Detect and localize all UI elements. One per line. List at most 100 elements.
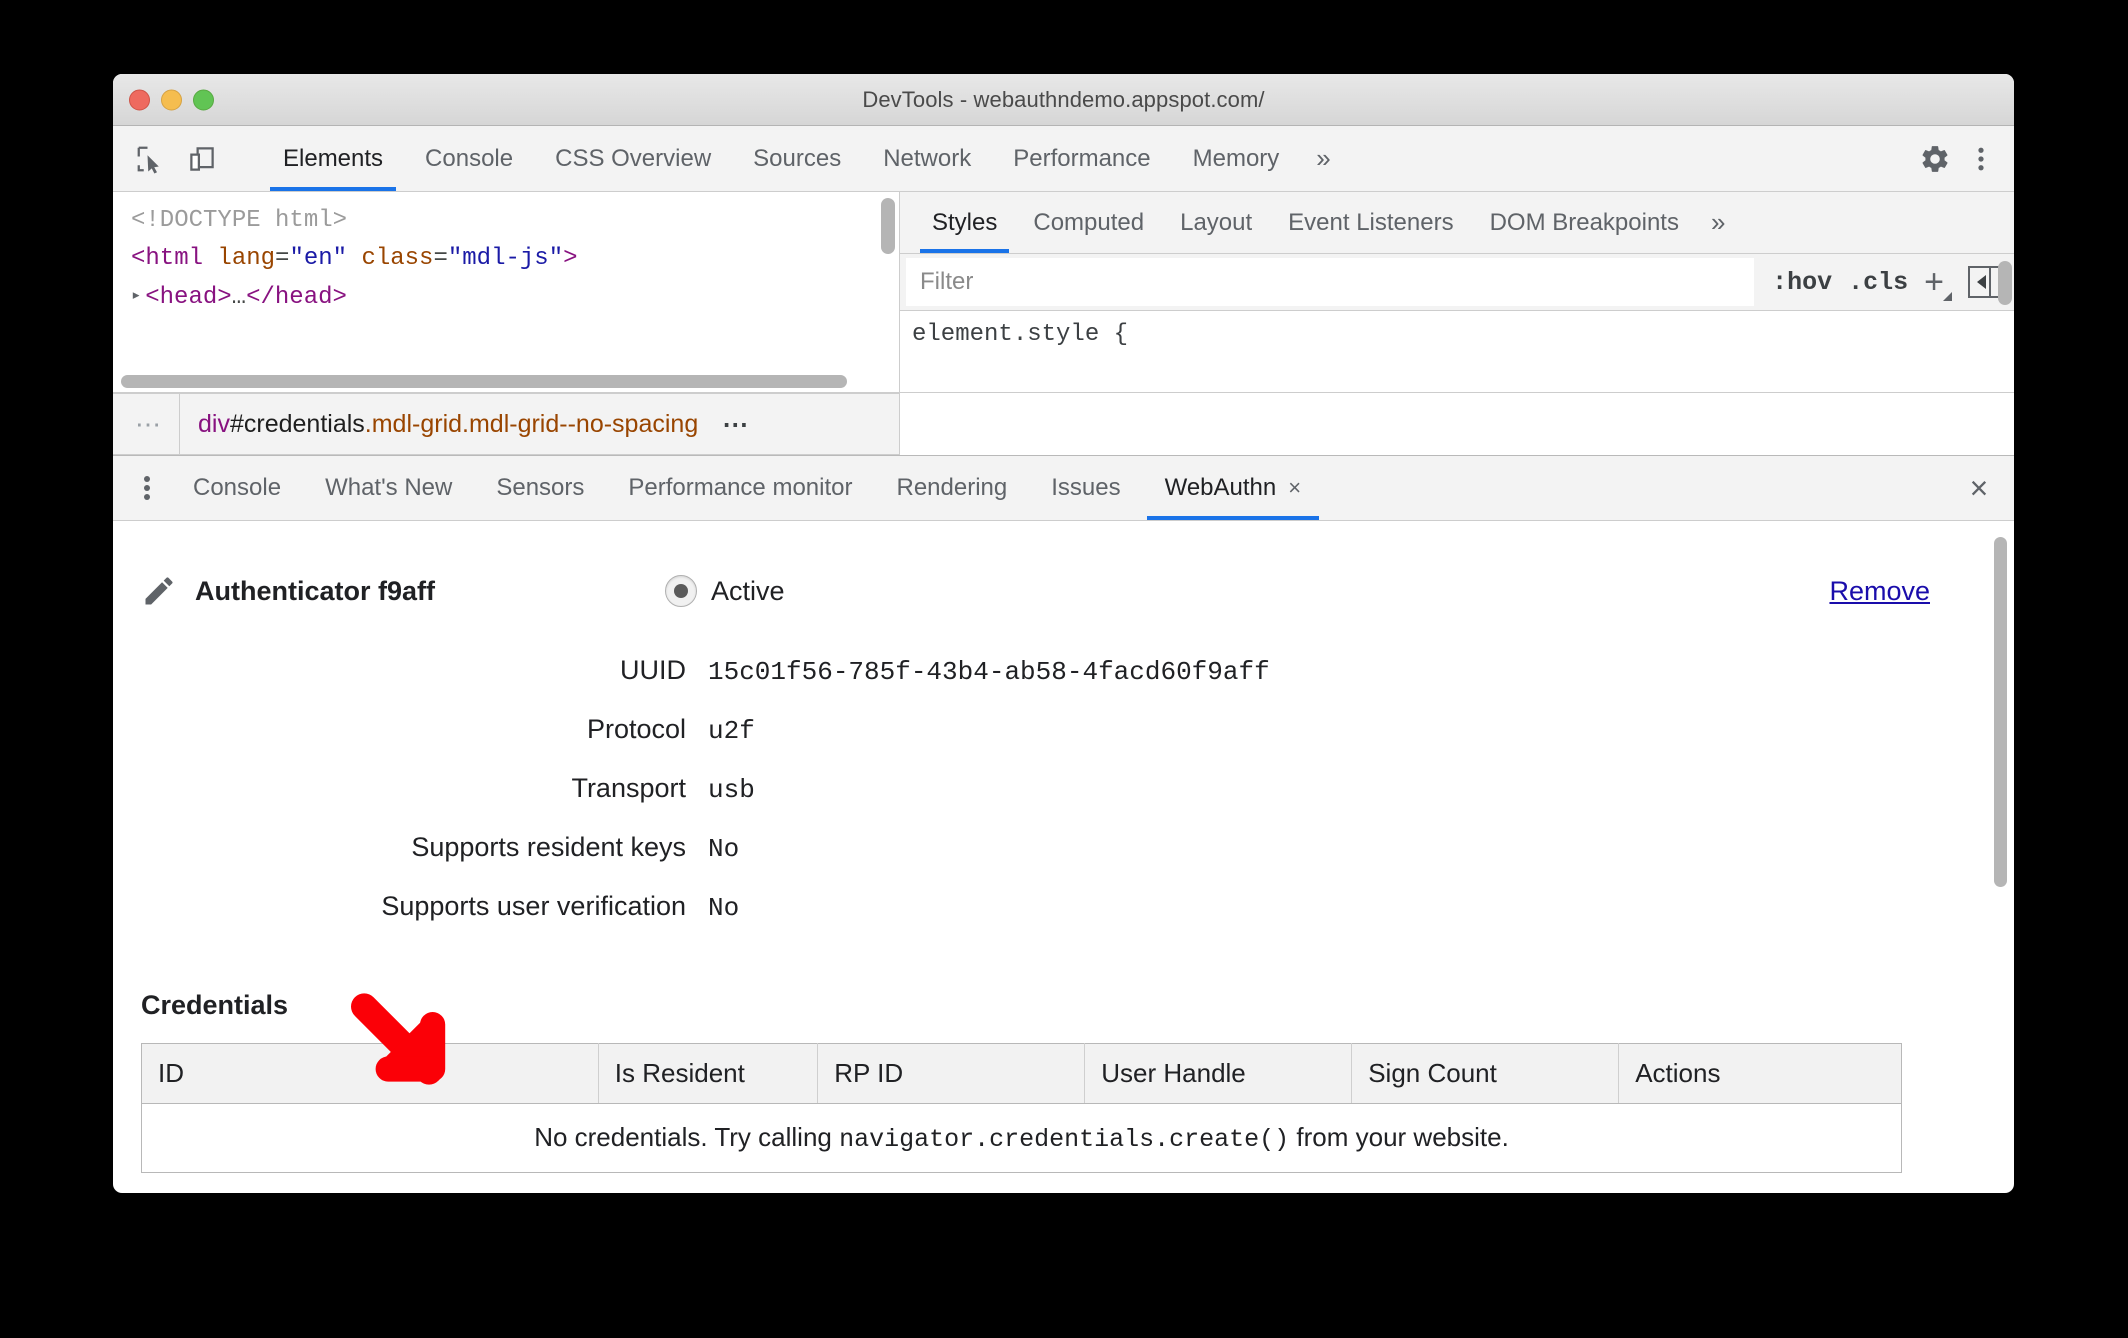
field-label-protocol: Protocol (586, 714, 686, 744)
elements-horizontal-scrollbar-thumb[interactable] (121, 375, 847, 388)
drawer-tab-performance-monitor[interactable]: Performance monitor (606, 456, 874, 520)
toggle-sidebar-triangle (1976, 275, 1986, 289)
styles-vertical-scrollbar-thumb[interactable] (1998, 261, 2012, 305)
active-radio-inner (674, 584, 688, 598)
inspect-cursor-icon[interactable] (129, 138, 171, 180)
field-row-uuid: UUID 15c01f56-785f-43b4-ab58-4facd60f9af… (113, 655, 2014, 714)
expand-triangle-icon[interactable]: ▸ (131, 278, 141, 316)
more-tabs-icon[interactable]: » (1300, 126, 1346, 191)
minimize-window-button[interactable] (161, 89, 182, 110)
tab-computed[interactable]: Computed (1015, 192, 1162, 253)
lang-attr-eq: = (275, 245, 290, 272)
column-header-is-resident[interactable]: Is Resident (598, 1043, 819, 1104)
tab-sources[interactable]: Sources (732, 126, 862, 191)
drawer-menu-icon[interactable] (123, 456, 171, 520)
tab-styles[interactable]: Styles (914, 192, 1015, 253)
empty-message-suffix: from your website. (1289, 1122, 1509, 1152)
head-open-token: <head> (145, 284, 232, 311)
empty-message-code: navigator.credentials.create() (839, 1125, 1290, 1154)
styles-filter-actions: :hov .cls + (1754, 254, 2014, 310)
tab-console[interactable]: Console (404, 126, 534, 191)
active-radio-button[interactable] (665, 575, 697, 607)
dom-line-head[interactable]: ▸ <head>…</head> (131, 278, 899, 316)
tab-memory[interactable]: Memory (1172, 126, 1301, 191)
drawer-tab-console[interactable]: Console (171, 456, 303, 520)
toggle-sidebar-icon[interactable] (1968, 266, 2000, 298)
styles-filter-row: :hov .cls + (900, 254, 2014, 311)
breadcrumb: ⋯ div#credentials.mdl-grid.mdl-grid--no-… (113, 393, 899, 455)
breadcrumb-overflow-left[interactable]: ⋯ (129, 394, 180, 454)
pencil-icon[interactable] (141, 573, 177, 609)
tab-console-label: Console (425, 144, 514, 172)
credentials-table-body: No credentials. Try calling navigator.cr… (141, 1103, 1902, 1173)
inspect-tools (129, 126, 262, 191)
column-header-sign-count[interactable]: Sign Count (1351, 1043, 1620, 1104)
filter-input[interactable] (906, 258, 1755, 306)
plus-icon[interactable]: + (1924, 265, 1952, 301)
elements-horizontal-scrollbar[interactable] (121, 375, 877, 388)
field-value-resident-keys: No (708, 834, 740, 864)
drawer-tab-rendering-label: Rendering (896, 474, 1008, 501)
kebab-menu-glyph (1978, 147, 1984, 170)
credentials-table-head: ID Is Resident RP ID User Handle Sign Co… (141, 1043, 1902, 1104)
hov-button[interactable]: :hov (1772, 268, 1832, 297)
styles-vertical-scrollbar[interactable] (1998, 261, 2012, 392)
active-state-radio-group[interactable]: Active (665, 575, 785, 607)
tab-memory-label: Memory (1192, 144, 1280, 172)
doctype-token: <!DOCTYPE html> (131, 207, 348, 234)
tab-elements[interactable]: Elements (262, 126, 404, 191)
tab-css-overview-label: CSS Overview (555, 144, 712, 172)
tab-dom-breakpoints[interactable]: DOM Breakpoints (1472, 192, 1697, 253)
html-close-bracket: > (563, 245, 578, 272)
elements-tree-pane[interactable]: <!DOCTYPE html> <html lang="en" class="m… (113, 192, 900, 392)
field-value-protocol: u2f (708, 716, 755, 746)
column-header-actions[interactable]: Actions (1618, 1043, 1902, 1104)
dom-line-doctype[interactable]: <!DOCTYPE html> (131, 202, 899, 240)
drawer-tab-rendering[interactable]: Rendering (874, 456, 1029, 520)
tab-network[interactable]: Network (862, 126, 992, 191)
inspect-cursor-glyph (137, 146, 159, 173)
breadcrumb-item-div-credentials[interactable]: div#credentials.mdl-grid.mdl-grid--no-sp… (180, 410, 716, 439)
dom-line-html[interactable]: <html lang="en" class="mdl-js"> (131, 240, 899, 278)
tab-css-overview[interactable]: CSS Overview (534, 126, 732, 191)
field-label-transport: Transport (571, 773, 686, 803)
drawer-tab-webauthn-label: WebAuthn (1164, 474, 1277, 501)
tab-event-listeners[interactable]: Event Listeners (1270, 192, 1471, 253)
drawer-tab-webauthn[interactable]: WebAuthn × (1143, 456, 1324, 520)
tab-performance[interactable]: Performance (992, 126, 1171, 191)
element-style-rule[interactable]: element.style { (912, 321, 1128, 348)
close-tab-icon[interactable]: × (1288, 475, 1301, 501)
column-header-user-handle[interactable]: User Handle (1084, 1043, 1353, 1104)
tab-layout-label: Layout (1180, 208, 1253, 236)
webauthn-scrollbar-thumb[interactable] (1994, 537, 2007, 887)
tab-sources-label: Sources (753, 144, 842, 172)
breadcrumb-overflow-right[interactable]: ⋯ (716, 394, 766, 454)
close-window-button[interactable] (129, 89, 150, 110)
window-controls (129, 89, 214, 110)
cls-button[interactable]: .cls (1848, 268, 1908, 297)
drawer-tab-sensors[interactable]: Sensors (474, 456, 606, 520)
authenticator-header: Authenticator f9aff Active Remove (113, 521, 2014, 621)
kebab-menu-icon[interactable] (1960, 138, 2002, 180)
device-toolbar-icon[interactable] (181, 138, 223, 180)
tab-layout[interactable]: Layout (1162, 192, 1270, 253)
lang-attr-value: "en" (289, 245, 348, 272)
styles-rule-list: element.style { (900, 261, 2014, 392)
column-header-rp-id[interactable]: RP ID (817, 1043, 1086, 1104)
column-header-id[interactable]: ID (141, 1043, 599, 1104)
drawer-tab-issues[interactable]: Issues (1029, 456, 1142, 520)
breadcrumb-filler (899, 393, 2014, 455)
authenticator-title: Authenticator f9aff (195, 575, 436, 606)
maximize-window-button[interactable] (193, 89, 214, 110)
field-value-transport: usb (708, 775, 755, 805)
gear-icon[interactable] (1914, 138, 1956, 180)
head-close-token: </head> (246, 284, 347, 311)
main-tab-list: Elements Console CSS Overview Sources Ne… (262, 126, 1891, 191)
elements-vertical-scrollbar[interactable] (881, 198, 895, 362)
styles-more-tabs-icon[interactable]: » (1697, 192, 1739, 253)
drawer-tab-whats-new[interactable]: What's New (303, 456, 474, 520)
remove-authenticator-link[interactable]: Remove (1829, 576, 1930, 607)
close-drawer-icon[interactable]: × (1944, 456, 2014, 520)
elements-vertical-scrollbar-thumb[interactable] (881, 198, 895, 254)
gear-glyph (1922, 145, 1948, 172)
